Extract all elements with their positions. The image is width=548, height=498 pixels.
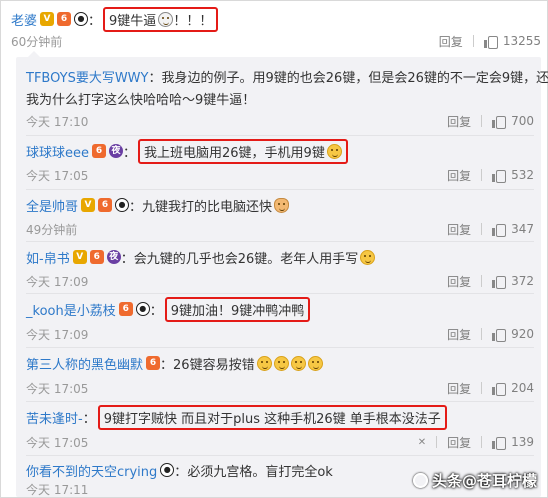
replies-panel: TFBOYS要大写WWY ： 我身边的例子。用9键的也会26键，但是会26键的不… (16, 51, 548, 497)
reply-button[interactable]: 回复 (447, 167, 471, 184)
delete-icon[interactable]: ✕ (418, 437, 426, 448)
top-username[interactable]: 老婆 (11, 10, 37, 29)
like-icon (492, 436, 507, 450)
reply-username[interactable]: 如-帛书 (26, 248, 70, 267)
top-comment-suffix: ！！！ (173, 13, 213, 29)
reply-item: 如-帛书 V 6 夜 ： 会九键的几乎也会26键。老年人用手写 今天 17:09… (26, 245, 534, 293)
panda-badge-icon: ● (74, 12, 89, 26)
reply-button[interactable]: 回复 (447, 380, 471, 397)
reply-time: 今天 17:05 (26, 381, 89, 396)
smile-emoji-icon (326, 143, 342, 159)
like-button[interactable]: 920 (492, 327, 534, 342)
reply-button[interactable]: 回复 (447, 113, 471, 130)
reply-username[interactable]: 你看不到的天空crying (26, 461, 157, 480)
reply-time: 49分钟前 (26, 222, 78, 237)
reply-time: 今天 17:11 (26, 482, 89, 497)
reply-time: 今天 17:09 (26, 327, 89, 342)
reply-button[interactable]: 回复 (447, 221, 471, 238)
highlight-box: 9键打字贼快 而且对于plus 这种手机26键 单手根本没法子 (97, 404, 447, 430)
highlight-box: 9键加油！9键冲鸭冲鸭 (164, 296, 311, 322)
vip-badge-icon: 6 (98, 198, 113, 212)
v-badge-icon: V (40, 12, 55, 26)
like-icon (492, 223, 507, 237)
reply-text: 26键容易按错 (173, 357, 255, 373)
reply-item: _kooh是小荔枝 6 ● ： 9键加油！9键冲鸭冲鸭 今天 17:09 回复 … (26, 296, 534, 347)
highlight-box: 9键牛逼 ！！！ (103, 6, 219, 32)
purple-badge-icon: 夜 (106, 250, 121, 264)
reply-text-cont: 我为什么打字这么快哈哈哈～9键牛逼！ (26, 92, 256, 108)
sweat-emoji-icon (360, 249, 376, 265)
reply-item: 球球球eee 6 夜 ： 我上班电脑用26键，手机用9键 今天 17:05 回复… (26, 138, 534, 187)
reply-username[interactable]: 第三人称的黑色幽默 (26, 354, 143, 373)
like-button[interactable]: 139 (492, 435, 534, 450)
smile-emoji-icon (307, 355, 323, 371)
like-button[interactable]: 204 (492, 381, 534, 396)
reply-item: 第三人称的黑色幽默 6 ： 26键容易按错 今天 17:05 回复 204 (26, 351, 534, 401)
reply-text: 必须九宫格。盲打完全ok (187, 464, 333, 480)
panda-badge-icon: ● (115, 198, 130, 212)
reply-text: 我身边的例子。用9键的也会26键，但是会26键的不一定会9键，还问 (161, 70, 548, 86)
like-icon (492, 328, 507, 342)
reply-text: 9键加油！9键冲鸭冲鸭 (170, 303, 305, 319)
vip-badge-icon: 6 (118, 302, 133, 316)
like-button[interactable]: 13255 (483, 34, 541, 49)
reply-username[interactable]: _kooh是小荔枝 (26, 300, 116, 319)
reply-button[interactable]: 回复 (447, 434, 471, 451)
reply-username[interactable]: TFBOYS要大写WWY (26, 67, 148, 86)
like-button[interactable]: 347 (492, 222, 534, 237)
watermark-logo-icon (412, 473, 428, 488)
reply-text: 会九键的几乎也会26键。老年人用手写 (133, 251, 359, 267)
comment-thread: 老婆 V 6 ● ： 9键牛逼 ！！！ 60分钟前 回复 13255 TFBOY… (0, 0, 548, 498)
reply-username[interactable]: 苦未逢时- (26, 408, 83, 427)
watermark: 头条@苍耳柠檬 (412, 470, 537, 491)
reply-button[interactable]: 回复 (439, 33, 463, 50)
like-icon (492, 382, 507, 396)
like-button[interactable]: 372 (492, 274, 534, 289)
reply-text: 我上班电脑用26键，手机用9键 (144, 145, 325, 161)
like-icon (492, 115, 507, 129)
reply-time: 今天 17:05 (26, 168, 89, 183)
v-badge-icon: V (72, 250, 87, 264)
panda-badge-icon: ● (160, 463, 175, 477)
like-count: 13255 (502, 34, 541, 48)
vip-badge-icon: 6 (57, 12, 72, 26)
reply-item: TFBOYS要大写WWY ： 我身边的例子。用9键的也会26键，但是会26键的不… (26, 65, 548, 133)
reply-text: 9键打字贼快 而且对于plus 这种手机26键 单手根本没法子 (103, 411, 441, 427)
reply-time: 今天 17:05 (26, 435, 89, 450)
top-comment-time: 60分钟前 (11, 34, 63, 49)
reply-item: 全是帅哥 V 6 ● ： 九键我打的比电脑还快 49分钟前 回复 347 (26, 193, 534, 241)
panda-badge-icon: ● (135, 302, 150, 316)
vip-badge-icon: 6 (89, 250, 104, 264)
reply-text: 九键我打的比电脑还快 (142, 199, 273, 215)
purple-badge-icon: 夜 (109, 144, 123, 158)
reply-button[interactable]: 回复 (447, 273, 471, 290)
top-comment-text: 9键牛逼 (109, 13, 157, 29)
highlight-box: 我上班电脑用26键，手机用9键 (138, 138, 348, 164)
reply-item: 苦未逢时- ： 9键打字贼快 而且对于plus 这种手机26键 单手根本没法子 … (26, 404, 534, 455)
like-icon (483, 35, 498, 49)
cow-emoji-icon (158, 11, 174, 27)
v-badge-icon: V (81, 198, 96, 212)
vip-badge-icon: 6 (92, 144, 106, 158)
smile-emoji-icon (290, 355, 306, 371)
top-comment: 老婆 V 6 ● ： 9键牛逼 ！！！ 60分钟前 回复 13255 (11, 6, 541, 51)
like-button[interactable]: 532 (492, 168, 534, 183)
like-icon (492, 275, 507, 289)
reply-time: 今天 17:09 (26, 274, 89, 289)
like-icon (492, 169, 507, 183)
reply-username[interactable]: 全是帅哥 (26, 196, 78, 215)
smile-emoji-icon (273, 355, 289, 371)
reply-button[interactable]: 回复 (447, 326, 471, 343)
vip-badge-icon: 6 (146, 356, 161, 370)
smile-emoji-icon (256, 355, 272, 371)
cat-emoji-icon (274, 197, 290, 213)
like-button[interactable]: 700 (492, 114, 534, 129)
reply-username[interactable]: 球球球eee (26, 142, 89, 161)
reply-time: 今天 17:10 (26, 114, 89, 129)
